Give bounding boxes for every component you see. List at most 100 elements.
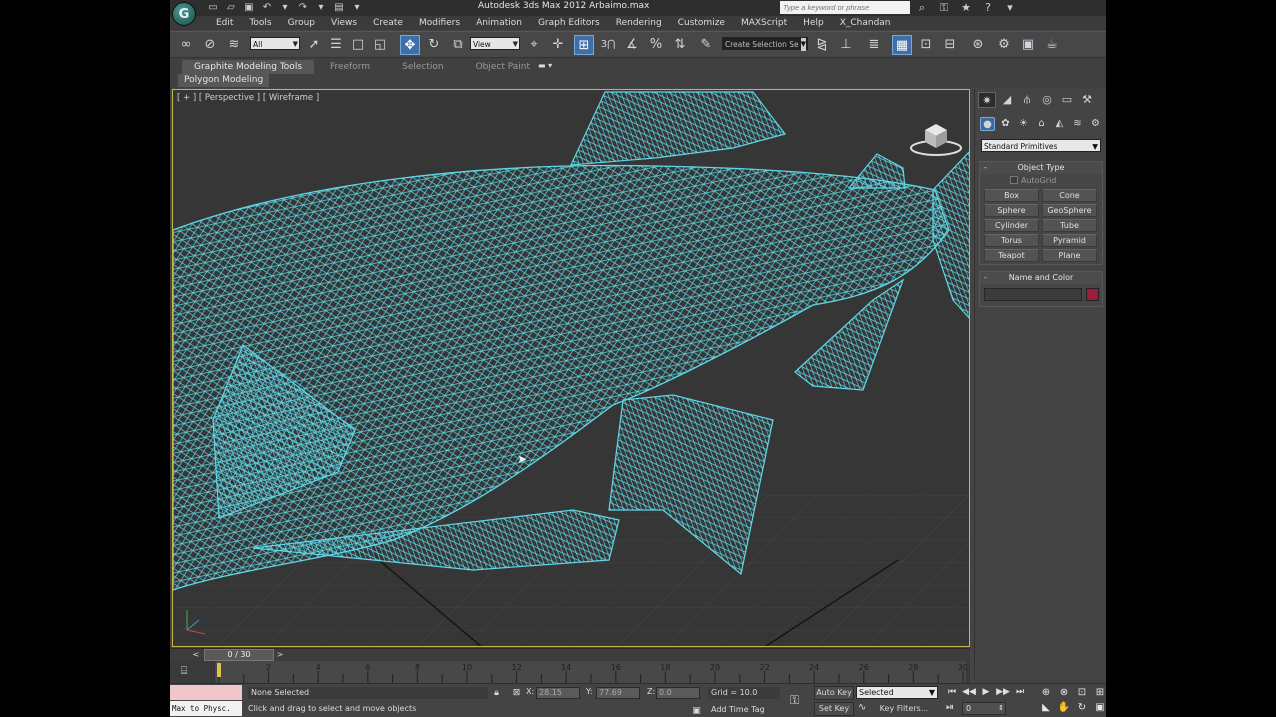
y-coord-field[interactable]: 77.69 bbox=[596, 687, 640, 699]
select-manipulate-icon[interactable]: ✛ bbox=[548, 35, 568, 55]
spinner-snap-icon[interactable]: ⇅ bbox=[670, 35, 690, 55]
time-slider[interactable]: < 0 / 30 > bbox=[170, 648, 970, 661]
menu-x-chandan[interactable]: X_Chandan bbox=[832, 16, 899, 30]
window-crossing-icon[interactable]: ◱ bbox=[370, 35, 390, 55]
selection-lock-icon[interactable]: 🔒︎ bbox=[490, 687, 503, 699]
percent-snap-icon[interactable]: % bbox=[646, 35, 666, 55]
tab-graphite-modeling-tools[interactable]: Graphite Modeling Tools bbox=[182, 60, 315, 74]
bind-space-warp-icon[interactable]: ≋ bbox=[224, 35, 244, 55]
name-and-color-rollout-header[interactable]: - Name and Color bbox=[980, 272, 1102, 284]
pyramid-button[interactable]: Pyramid bbox=[1042, 234, 1097, 247]
add-time-tag-button[interactable]: Add Time Tag bbox=[708, 704, 780, 716]
search-input[interactable] bbox=[780, 1, 910, 14]
rendered-frame-window-icon[interactable]: ▣ bbox=[1018, 35, 1038, 55]
object-type-rollout-header[interactable]: - Object Type bbox=[980, 162, 1102, 174]
next-frame-icon[interactable]: ▶▶ bbox=[995, 686, 1011, 699]
orbit-icon[interactable]: ↻ bbox=[1074, 701, 1090, 714]
help-icon[interactable]: ? bbox=[981, 1, 995, 14]
maximize-viewport-icon[interactable]: ▣ bbox=[1092, 701, 1106, 714]
menu-group[interactable]: Group bbox=[280, 16, 323, 30]
isolate-toggle-icon[interactable]: ▣ bbox=[690, 705, 703, 717]
open-file-icon[interactable]: ▱ bbox=[224, 1, 238, 14]
rectangular-selection-icon[interactable]: □ bbox=[348, 35, 368, 55]
cameras-icon[interactable]: ⌂ bbox=[1034, 117, 1049, 131]
torus-button[interactable]: Torus bbox=[984, 234, 1039, 247]
time-slider-thumb[interactable]: 0 / 30 bbox=[204, 649, 274, 661]
tab-selection[interactable]: Selection bbox=[386, 60, 459, 74]
layer-manager-icon[interactable]: ≣ bbox=[864, 35, 884, 55]
modify-tab-icon[interactable]: ◢ bbox=[998, 92, 1016, 108]
redo-icon[interactable]: ↷ bbox=[296, 1, 310, 14]
x-coord-field[interactable]: 28.15 bbox=[536, 687, 580, 699]
box-button[interactable]: Box bbox=[984, 189, 1039, 202]
menu-maxscript[interactable]: MAXScript bbox=[733, 16, 795, 30]
auto-key-button[interactable]: Auto Key bbox=[814, 686, 854, 700]
curve-editor-icon[interactable]: ⊡ bbox=[916, 35, 936, 55]
key-filters-button[interactable]: Key Filters... bbox=[874, 702, 934, 716]
geometry-icon[interactable]: ● bbox=[980, 117, 995, 131]
menu-tools[interactable]: Tools bbox=[241, 16, 279, 30]
named-selection-dropdown[interactable]: Create Selection Se ▼ bbox=[722, 37, 808, 51]
time-slider-next-icon[interactable]: > bbox=[274, 649, 286, 661]
undo-dropdown-icon[interactable]: ▾ bbox=[278, 1, 292, 14]
menu-customize[interactable]: Customize bbox=[670, 16, 733, 30]
tube-button[interactable]: Tube bbox=[1042, 219, 1097, 232]
spinner-icon[interactable]: ⇕ bbox=[998, 703, 1004, 714]
maxscript-listener-output[interactable] bbox=[170, 685, 242, 700]
perspective-viewport[interactable]: [ + ] [ Perspective ] [ Wireframe ] ➤ bbox=[172, 89, 970, 647]
primitive-type-dropdown[interactable]: Standard Primitives ▼ bbox=[981, 139, 1101, 152]
cylinder-button[interactable]: Cylinder bbox=[984, 219, 1039, 232]
unlink-icon[interactable]: ⊘ bbox=[200, 35, 220, 55]
render-production-icon[interactable]: ☕ bbox=[1042, 35, 1062, 55]
align-icon[interactable]: ⊥ bbox=[836, 35, 856, 55]
ribbon-minimize-toggle[interactable]: ▬ ▾ bbox=[538, 61, 552, 70]
set-key-button[interactable]: Set Key bbox=[814, 702, 854, 716]
zoom-icon[interactable]: ⊕ bbox=[1038, 686, 1054, 699]
material-editor-icon[interactable]: ⊛ bbox=[968, 35, 988, 55]
save-file-icon[interactable]: ▣ bbox=[242, 1, 256, 14]
helpers-icon[interactable]: ◭ bbox=[1052, 117, 1067, 131]
select-by-name-icon[interactable]: ☰ bbox=[326, 35, 346, 55]
link-icon[interactable]: ∞ bbox=[176, 35, 196, 55]
menu-create[interactable]: Create bbox=[365, 16, 411, 30]
time-slider-prev-icon[interactable]: < bbox=[190, 649, 202, 661]
menu-edit[interactable]: Edit bbox=[208, 16, 241, 30]
undo-icon[interactable]: ↶ bbox=[260, 1, 274, 14]
zoom-extents-all-icon[interactable]: ⊞ bbox=[1092, 686, 1106, 699]
tab-freeform[interactable]: Freeform bbox=[314, 60, 386, 74]
tab-object-paint[interactable]: Object Paint bbox=[460, 60, 546, 74]
mirror-icon[interactable]: ⧎ bbox=[812, 35, 832, 55]
z-coord-field[interactable]: 0.0 bbox=[656, 687, 700, 699]
pivot-center-icon[interactable]: ⌖ bbox=[524, 35, 544, 55]
snaps-toggle-icon[interactable]: 3⋂ bbox=[598, 35, 618, 55]
menu-graph-editors[interactable]: Graph Editors bbox=[530, 16, 608, 30]
select-and-scale-icon[interactable]: ⧉ bbox=[448, 35, 468, 55]
teapot-button[interactable]: Teapot bbox=[984, 249, 1039, 262]
motion-tab-icon[interactable]: ◎ bbox=[1038, 92, 1056, 108]
absolute-mode-icon[interactable]: ⊠ bbox=[510, 687, 523, 699]
help-dropdown-icon[interactable]: ▾ bbox=[1003, 1, 1017, 14]
keyboard-shortcut-override-icon[interactable]: ⊞ bbox=[574, 35, 594, 55]
field-of-view-icon[interactable]: ◣ bbox=[1038, 701, 1054, 714]
menu-help[interactable]: Help bbox=[795, 16, 832, 30]
subscription-icon[interactable]: ⚿ bbox=[937, 1, 951, 14]
zoom-extents-icon[interactable]: ⊡ bbox=[1074, 686, 1090, 699]
set-key-icon[interactable]: ⚿ bbox=[790, 693, 799, 708]
angle-snap-icon[interactable]: ∡ bbox=[622, 35, 642, 55]
create-tab-icon[interactable]: ✷ bbox=[978, 92, 996, 108]
timeline-ruler[interactable]: 2 4 6 8 10 12 14 16 18 20 22 24 26 28 30 bbox=[214, 661, 967, 683]
edit-named-selection-icon[interactable]: ✎ bbox=[696, 35, 716, 55]
viewport-label-menu[interactable]: [ + ] [ Perspective ] [ Wireframe ] bbox=[177, 93, 319, 103]
mini-curve-editor-icon[interactable]: ⌸ bbox=[176, 664, 192, 678]
redo-dropdown-icon[interactable]: ▾ bbox=[314, 1, 328, 14]
menu-rendering[interactable]: Rendering bbox=[608, 16, 670, 30]
sphere-button[interactable]: Sphere bbox=[984, 204, 1039, 217]
ribbon-panel-polygon-modeling[interactable]: Polygon Modeling bbox=[178, 74, 270, 87]
autogrid-checkbox[interactable]: AutoGrid bbox=[1010, 176, 1056, 185]
object-name-field[interactable] bbox=[984, 288, 1082, 301]
favorites-star-icon[interactable]: ★ bbox=[959, 1, 973, 14]
project-folder-icon[interactable]: ▤ bbox=[332, 1, 346, 14]
cone-button[interactable]: Cone bbox=[1042, 189, 1097, 202]
app-logo-button[interactable]: G bbox=[172, 2, 196, 26]
previous-frame-icon[interactable]: ◀◀ bbox=[961, 686, 977, 699]
